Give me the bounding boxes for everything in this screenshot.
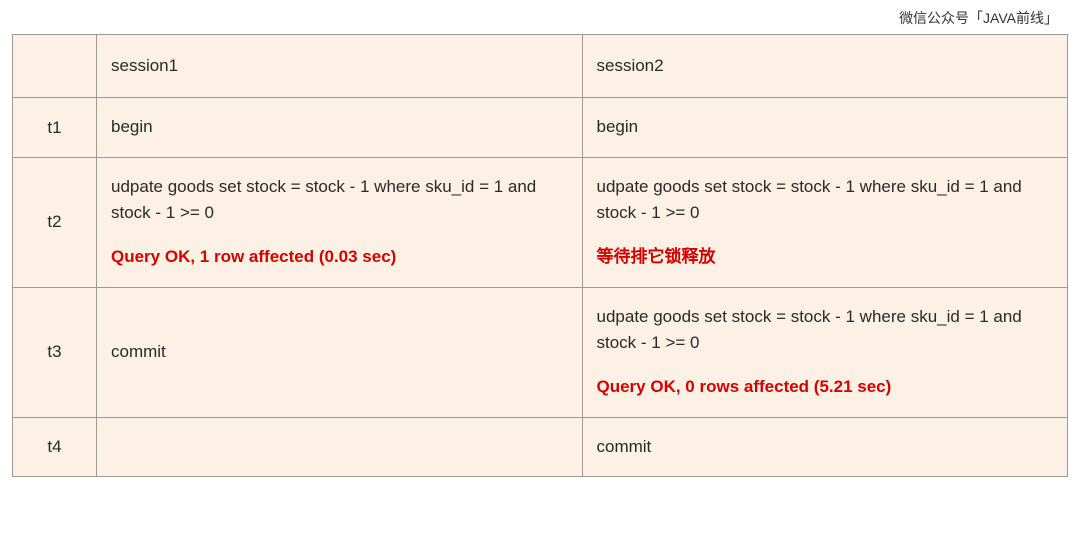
- watermark-text: 微信公众号「JAVA前线」: [0, 0, 1080, 34]
- header-session1: session1: [97, 35, 583, 98]
- session2-cell-t4: commit: [582, 417, 1068, 476]
- session2-cell-t1: begin: [582, 98, 1068, 157]
- session2-cell-t3: udpate goods set stock = stock - 1 where…: [582, 287, 1068, 417]
- result-text: Query OK, 1 row affected (0.03 sec): [111, 244, 568, 270]
- time-cell-t2: t2: [13, 157, 97, 287]
- session2-cell-t2: udpate goods set stock = stock - 1 where…: [582, 157, 1068, 287]
- result-text: Query OK, 0 rows affected (5.21 sec): [597, 374, 1054, 400]
- table-row: t3 commit udpate goods set stock = stock…: [13, 287, 1068, 417]
- table-header-row: session1 session2: [13, 35, 1068, 98]
- session1-cell-t4: [97, 417, 583, 476]
- time-cell-t1: t1: [13, 98, 97, 157]
- session1-cell-t1: begin: [97, 98, 583, 157]
- header-session2: session2: [582, 35, 1068, 98]
- session-table: session1 session2 t1 begin begin t2 udpa…: [12, 34, 1068, 477]
- session1-cell-t2: udpate goods set stock = stock - 1 where…: [97, 157, 583, 287]
- table-container: session1 session2 t1 begin begin t2 udpa…: [0, 34, 1080, 477]
- sql-text: udpate goods set stock = stock - 1 where…: [597, 174, 1054, 227]
- time-cell-t3: t3: [13, 287, 97, 417]
- sql-text: udpate goods set stock = stock - 1 where…: [597, 304, 1054, 357]
- sql-text: udpate goods set stock = stock - 1 where…: [111, 174, 568, 227]
- session1-cell-t3: commit: [97, 287, 583, 417]
- table-row: t4 commit: [13, 417, 1068, 476]
- header-time: [13, 35, 97, 98]
- table-row: t1 begin begin: [13, 98, 1068, 157]
- table-row: t2 udpate goods set stock = stock - 1 wh…: [13, 157, 1068, 287]
- wait-text: 等待排它锁释放: [597, 244, 1054, 270]
- time-cell-t4: t4: [13, 417, 97, 476]
